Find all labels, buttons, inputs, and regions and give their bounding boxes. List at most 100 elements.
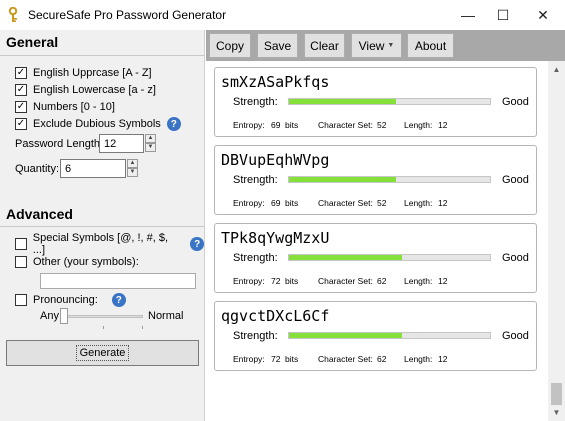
- entropy-value: 69: [271, 198, 281, 208]
- pronouncing-slider-track[interactable]: [65, 315, 143, 318]
- strength-label: Strength:: [233, 252, 278, 264]
- password-length-input[interactable]: [99, 134, 144, 153]
- quantity-field[interactable]: [61, 160, 125, 177]
- length-value: 12: [438, 276, 448, 286]
- window-title: SecureSafe Pro Password Generator: [28, 8, 227, 22]
- other-symbols-input[interactable]: [40, 273, 196, 289]
- checkbox-exclude-dubious[interactable]: ✓: [15, 118, 27, 130]
- length-value: 12: [438, 198, 448, 208]
- scrollbar-thumb[interactable]: [551, 383, 562, 405]
- password-length-label: Password Length:: [15, 138, 104, 150]
- strength-bar-fill: [289, 255, 402, 260]
- results-panel: Copy Save Clear View ▼ About smXzASaPkfqs…: [206, 30, 565, 421]
- checkbox-uppercase[interactable]: ✓: [15, 67, 27, 79]
- checkbox-pronouncing[interactable]: [15, 294, 27, 306]
- password-length-field[interactable]: [100, 135, 143, 152]
- password-text: smXzASaPkfqs: [221, 73, 330, 91]
- strength-bar-fill: [289, 99, 396, 104]
- length-value: 12: [438, 120, 448, 130]
- entropy-value: 72: [271, 276, 281, 286]
- strength-value: Good: [502, 330, 529, 342]
- strength-bar: [288, 98, 491, 105]
- password-length-stepper[interactable]: ▲ ▼: [145, 134, 156, 153]
- generate-label: Generate: [75, 345, 130, 361]
- stepper-up-icon[interactable]: ▲: [127, 159, 138, 168]
- strength-bar: [288, 332, 491, 339]
- entropy-label: Entropy:: [233, 120, 265, 130]
- checkbox-other-symbols[interactable]: [15, 256, 27, 268]
- entropy-unit: bits: [285, 276, 299, 286]
- strength-bar-fill: [289, 333, 402, 338]
- stepper-down-icon[interactable]: ▼: [145, 143, 156, 152]
- entropy-value: 69: [271, 120, 281, 130]
- entropy-label: Entropy:: [233, 198, 265, 208]
- help-icon[interactable]: ?: [166, 117, 181, 131]
- option-exclude-dubious[interactable]: ✓ Exclude Dubious Symbols ?: [15, 116, 181, 132]
- option-lowercase[interactable]: ✓ English Lowercase [a - z]: [15, 82, 156, 98]
- divider: [0, 55, 204, 56]
- scroll-down-icon[interactable]: ▼: [548, 404, 565, 421]
- strength-bar-fill: [289, 177, 396, 182]
- strength-label: Strength:: [233, 96, 278, 108]
- length-label: Length:: [404, 198, 433, 208]
- option-numbers[interactable]: ✓ Numbers [0 - 10]: [15, 99, 115, 115]
- view-menu-button[interactable]: View ▼: [351, 33, 402, 58]
- option-label: Exclude Dubious Symbols: [33, 118, 161, 130]
- scroll-up-icon[interactable]: ▲: [548, 61, 565, 78]
- stepper-up-icon[interactable]: ▲: [145, 134, 156, 143]
- option-uppercase[interactable]: ✓ English Upprcase [A - Z]: [15, 65, 152, 81]
- help-icon[interactable]: ?: [111, 293, 126, 307]
- slider-min-label: Any: [40, 310, 59, 322]
- option-label: Pronouncing:: [33, 294, 98, 306]
- checkbox-numbers[interactable]: ✓: [15, 101, 27, 113]
- option-label: Numbers [0 - 10]: [33, 101, 115, 113]
- help-icon[interactable]: ?: [190, 237, 204, 251]
- checkbox-special-symbols[interactable]: [15, 238, 27, 250]
- password-card[interactable]: smXzASaPkfqs Strength: Good Entropy: 69 …: [214, 67, 537, 137]
- option-label: English Lowercase [a - z]: [33, 84, 156, 96]
- length-value: 12: [438, 354, 448, 364]
- generate-button[interactable]: Generate: [6, 340, 199, 366]
- password-card[interactable]: TPk8qYwgMzxU Strength: Good Entropy: 72 …: [214, 223, 537, 293]
- quantity-input[interactable]: [60, 159, 126, 178]
- option-pronouncing[interactable]: Pronouncing: ?: [15, 292, 126, 308]
- save-button[interactable]: Save: [257, 33, 298, 58]
- maximize-button[interactable]: ☐: [486, 0, 520, 30]
- entropy-value: 72: [271, 354, 281, 364]
- option-special-symbols[interactable]: Special Symbols [@, !, #, $, ...] ?: [15, 232, 204, 256]
- about-button[interactable]: About: [407, 33, 454, 58]
- close-button[interactable]: ✕: [526, 0, 560, 30]
- entropy-unit: bits: [285, 120, 299, 130]
- charset-value: 52: [377, 198, 387, 208]
- length-label: Length:: [404, 354, 433, 364]
- checkbox-lowercase[interactable]: ✓: [15, 84, 27, 96]
- toolbar: Copy Save Clear View ▼ About: [206, 30, 565, 61]
- charset-label: Character Set:: [318, 276, 373, 286]
- password-card[interactable]: DBVupEqhWVpg Strength: Good Entropy: 69 …: [214, 145, 537, 215]
- advanced-heading: Advanced: [6, 206, 73, 222]
- strength-value: Good: [502, 96, 529, 108]
- charset-value: 62: [377, 276, 387, 286]
- charset-value: 52: [377, 120, 387, 130]
- option-label: Other (your symbols):: [33, 256, 139, 268]
- options-panel: General ✓ English Upprcase [A - Z] ✓ Eng…: [0, 30, 205, 421]
- entropy-label: Entropy:: [233, 354, 265, 364]
- quantity-stepper[interactable]: ▲ ▼: [127, 159, 138, 178]
- copy-button[interactable]: Copy: [209, 33, 251, 58]
- charset-value: 62: [377, 354, 387, 364]
- pronouncing-slider-thumb[interactable]: [60, 308, 68, 324]
- quantity-label: Quantity:: [15, 163, 60, 175]
- minimize-button[interactable]: —: [451, 0, 485, 30]
- stepper-down-icon[interactable]: ▼: [127, 168, 138, 177]
- slider-max-label: Normal: [148, 310, 184, 322]
- strength-label: Strength:: [233, 174, 278, 186]
- vertical-scrollbar[interactable]: ▲ ▼: [548, 61, 565, 421]
- clear-button[interactable]: Clear: [304, 33, 345, 58]
- charset-label: Character Set:: [318, 120, 373, 130]
- entropy-unit: bits: [285, 198, 299, 208]
- password-card[interactable]: qgvctDXcL6Cf Strength: Good Entropy: 72 …: [214, 301, 537, 371]
- option-other-symbols[interactable]: Other (your symbols):: [15, 254, 139, 270]
- length-label: Length:: [404, 276, 433, 286]
- password-list: smXzASaPkfqs Strength: Good Entropy: 69 …: [206, 61, 565, 421]
- slider-tick: [103, 326, 104, 329]
